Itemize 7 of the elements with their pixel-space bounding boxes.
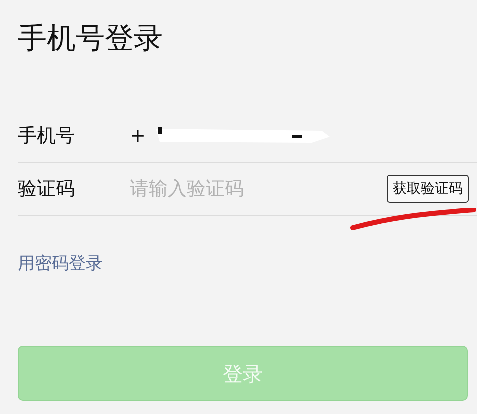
page-title: 手机号登录 (18, 20, 163, 57)
get-code-button[interactable]: 获取验证码 (387, 175, 469, 203)
password-login-link[interactable]: 用密码登录 (18, 252, 103, 278)
field-label: 验证码 (18, 176, 76, 202)
code-input[interactable]: 请输入验证码 (130, 174, 387, 204)
field-label: 手机号 (18, 124, 76, 149)
phone-input[interactable]: + (130, 122, 146, 150)
